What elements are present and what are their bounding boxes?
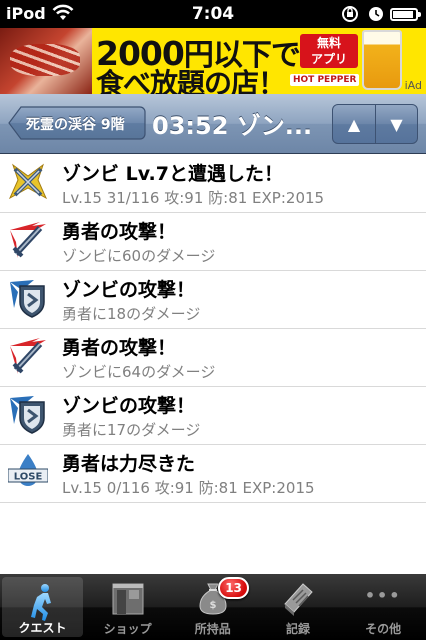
tab-label: 記録 <box>285 622 310 636</box>
list-item[interactable]: ゾンビの攻撃！ 勇者に17のダメージ <box>0 387 426 445</box>
battle-log-list: ゾンビ Lv.7と遭遇した！ Lv.15 31/116 攻:91 防:81 EX… <box>0 155 426 503</box>
navigation-bar: 死霊の渓谷 9階 03:52 ゾン... ▲ ▼ <box>0 94 426 154</box>
triangle-up-icon: ▲ <box>347 114 361 134</box>
battery-icon <box>390 8 421 21</box>
tab-quest[interactable]: クエスト <box>2 577 83 637</box>
log-detail: ゾンビに60のダメージ <box>62 247 216 265</box>
log-title: 勇者の攻撃！ <box>62 221 177 243</box>
log-title: 勇者は力尽きた <box>62 453 196 475</box>
log-title: ゾンビの攻撃！ <box>62 395 196 417</box>
log-detail: ゾンビに64のダメージ <box>62 363 216 381</box>
svg-text:LOSE: LOSE <box>14 472 43 483</box>
tab-more[interactable]: ••• その他 <box>341 574 426 640</box>
log-title: ゾンビ Lv.7と遭遇した！ <box>62 163 283 185</box>
shield-icon <box>8 394 48 434</box>
next-button[interactable]: ▼ <box>374 105 417 143</box>
hot-pepper-logo: HOT PEPPER <box>290 74 360 86</box>
tab-label: ショップ <box>103 622 152 636</box>
alarm-icon <box>367 5 385 27</box>
clock: 7:04 <box>191 4 235 24</box>
beer-mug-icon <box>362 30 402 90</box>
tab-bar: クエスト ショップ $ 13 所持品 記録 ••• その他 <box>0 574 426 640</box>
rotation-lock-icon <box>340 5 360 27</box>
previous-button[interactable]: ▲ <box>333 105 375 143</box>
log-detail: 勇者に17のダメージ <box>62 421 201 439</box>
tab-label: その他 <box>365 622 402 636</box>
tab-shop[interactable]: ショップ <box>85 574 170 640</box>
up-down-segmented-control: ▲ ▼ <box>332 104 418 144</box>
book-icon <box>281 580 315 620</box>
log-detail: 勇者に18のダメージ <box>62 305 201 323</box>
tab-inventory[interactable]: $ 13 所持品 <box>170 574 255 640</box>
list-item[interactable]: 勇者の攻撃！ ゾンビに64のダメージ <box>0 329 426 387</box>
sword-attack-icon <box>8 336 48 376</box>
status-bar: iPod 7:04 <box>0 0 426 28</box>
list-item[interactable]: ゾンビ Lv.7と遭遇した！ Lv.15 31/116 攻:91 防:81 EX… <box>0 155 426 213</box>
triangle-down-icon: ▼ <box>390 114 403 134</box>
list-item[interactable]: ゾンビの攻撃！ 勇者に18のダメージ <box>0 271 426 329</box>
back-button[interactable]: 死霊の渓谷 9階 <box>8 106 146 140</box>
ad-banner[interactable]: 2000円以下で 食べ放題の店！ 無料 アプリ HOT PEPPER iAd <box>0 28 426 94</box>
shop-icon <box>111 580 145 620</box>
back-button-label: 死霊の渓谷 9階 <box>26 117 125 133</box>
svg-text:$: $ <box>209 600 216 611</box>
meat-photo <box>0 28 92 94</box>
iad-label: iAd <box>404 79 422 92</box>
tab-records[interactable]: 記録 <box>255 574 340 640</box>
list-item[interactable]: 勇者の攻撃！ ゾンビに60のダメージ <box>0 213 426 271</box>
log-detail: Lv.15 31/116 攻:91 防:81 EXP:2015 <box>62 189 325 207</box>
inventory-count-badge: 13 <box>218 577 249 599</box>
shield-icon <box>8 278 48 318</box>
crossed-swords-icon <box>8 162 48 202</box>
tab-label: クエスト <box>18 621 67 635</box>
tab-label: 所持品 <box>194 622 231 636</box>
free-app-badge: 無料 アプリ <box>300 34 358 68</box>
ad-headline-2: 食べ放題の店！ <box>96 67 286 94</box>
sword-attack-icon <box>8 220 48 260</box>
log-title: ゾンビの攻撃！ <box>62 279 196 301</box>
lose-icon: LOSE <box>7 452 49 492</box>
nav-title: 03:52 ゾン... <box>152 112 313 140</box>
list-item[interactable]: LOSE 勇者は力尽きた Lv.15 0/116 攻:91 防:81 EXP:2… <box>0 445 426 503</box>
battery-fill <box>393 11 414 18</box>
log-title: 勇者の攻撃！ <box>62 337 177 359</box>
more-icon: ••• <box>364 586 402 605</box>
log-detail: Lv.15 0/116 攻:91 防:81 EXP:2015 <box>62 479 315 497</box>
